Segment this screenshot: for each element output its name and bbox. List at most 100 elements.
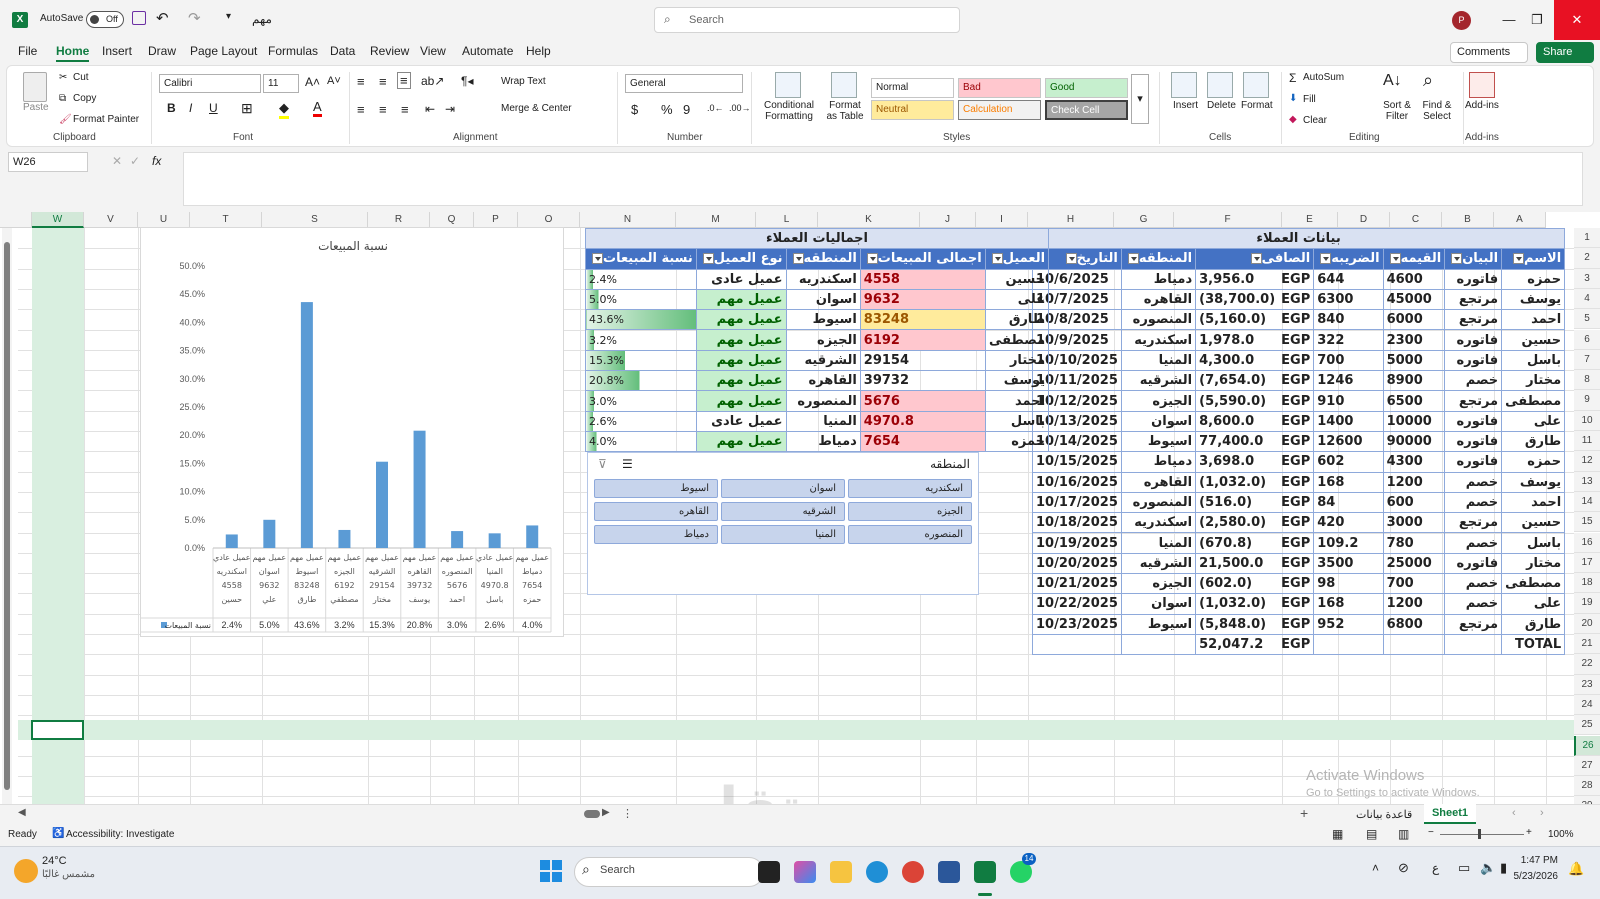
table-cell[interactable]: فاتوره: [1444, 329, 1503, 351]
underline-icon[interactable]: U: [209, 101, 218, 115]
table-cell[interactable]: على: [1501, 593, 1566, 615]
copilot-icon[interactable]: [794, 861, 816, 883]
clock-time[interactable]: 1:47 PM: [1516, 855, 1558, 866]
merge-center-button[interactable]: Merge & Center: [501, 103, 572, 114]
row-header[interactable]: 24: [1574, 694, 1600, 716]
table-cell[interactable]: المنيا: [1120, 349, 1197, 372]
filter-dropdown-icon[interactable]: [592, 253, 603, 265]
table-cell[interactable]: 84: [1313, 491, 1384, 514]
tab-home[interactable]: Home: [56, 44, 90, 62]
table-cell[interactable]: 3,956.0: [1195, 268, 1279, 290]
table-cell[interactable]: (670.8): [1195, 532, 1279, 554]
summary-header[interactable]: اجمالى المبيعات: [859, 248, 986, 270]
summary-cell[interactable]: اسيوط: [785, 309, 861, 331]
prev-sheet-icon[interactable]: ‹: [1512, 807, 1516, 819]
table-cell[interactable]: اسيوط: [1120, 430, 1197, 453]
data-table-header[interactable]: البيان: [1444, 248, 1503, 270]
table-cell[interactable]: (602.0): [1195, 573, 1279, 595]
column-header[interactable]: E: [1282, 212, 1338, 228]
table-cell[interactable]: مختار: [1501, 552, 1566, 575]
table-cell[interactable]: خصم: [1444, 593, 1503, 615]
table-cell[interactable]: EGP: [1278, 512, 1315, 534]
customize-icon[interactable]: ▾: [226, 11, 231, 22]
summary-cell[interactable]: اسكندريه: [785, 268, 861, 290]
table-cell[interactable]: 109.2: [1313, 532, 1384, 554]
filter-dropdown-icon[interactable]: [866, 253, 878, 265]
table-cell[interactable]: فاتوره: [1444, 451, 1503, 473]
table-cell[interactable]: 3500: [1313, 552, 1384, 575]
redo-icon[interactable]: ↷: [188, 9, 201, 27]
column-header[interactable]: M: [676, 212, 756, 228]
row-header[interactable]: 21: [1574, 634, 1600, 655]
scroll-left-icon[interactable]: ◀: [18, 807, 26, 818]
summary-cell[interactable]: 15.3%: [585, 349, 697, 372]
table-cell[interactable]: فاتوره: [1444, 349, 1503, 372]
row-header[interactable]: 19: [1574, 593, 1600, 614]
insert-button[interactable]: Insert: [1173, 100, 1198, 111]
summary-header[interactable]: نسبة المبيعات: [585, 248, 697, 270]
increase-indent-icon[interactable]: ⇥: [445, 102, 455, 116]
orientation-icon[interactable]: ab↗: [421, 74, 444, 88]
table-cell[interactable]: خصم: [1444, 370, 1503, 392]
column-header[interactable]: V: [84, 212, 138, 228]
summary-cell[interactable]: مصطفى: [984, 329, 1050, 351]
table-cell[interactable]: EGP: [1278, 532, 1315, 554]
tab-draw[interactable]: Draw: [148, 44, 176, 58]
summary-cell[interactable]: القاهره: [785, 370, 861, 392]
table-cell[interactable]: المنصوره: [1120, 491, 1197, 514]
sort-filter-button[interactable]: Sort & Filter: [1377, 100, 1417, 122]
clear-filter-icon[interactable]: ⊽: [598, 457, 607, 471]
table-cell[interactable]: 98: [1313, 573, 1384, 595]
table-cell[interactable]: EGP: [1278, 552, 1315, 575]
row-header[interactable]: 14: [1574, 491, 1600, 513]
formula-input[interactable]: [183, 152, 1583, 206]
filter-dropdown-icon[interactable]: [1250, 253, 1262, 265]
column-header[interactable]: C: [1390, 212, 1442, 228]
table-cell[interactable]: EGP: [1278, 573, 1315, 595]
table-cell[interactable]: يوسف: [1501, 471, 1566, 493]
table-cell[interactable]: 10/17/2025: [1032, 491, 1122, 514]
column-header[interactable]: I: [976, 212, 1028, 228]
format-button[interactable]: Format: [1241, 100, 1273, 111]
search-input[interactable]: Search: [654, 7, 960, 33]
number-format-select[interactable]: General: [625, 74, 743, 93]
table-cell[interactable]: 8,600.0: [1195, 410, 1279, 432]
row-header[interactable]: 5: [1574, 309, 1600, 330]
style-calculation[interactable]: Calculation: [958, 100, 1041, 120]
document-name[interactable]: مهم: [252, 12, 272, 26]
summary-cell[interactable]: 4558: [859, 268, 986, 290]
summary-cell[interactable]: الجيزه: [785, 329, 861, 351]
italic-icon[interactable]: I: [189, 101, 192, 115]
table-cell[interactable]: 1,978.0: [1195, 329, 1279, 351]
column-header[interactable]: A: [1494, 212, 1546, 228]
table-cell[interactable]: مصطفى: [1501, 390, 1566, 412]
table-cell[interactable]: 420: [1313, 512, 1384, 534]
autosave-toggle[interactable]: Off: [86, 11, 124, 28]
confirm-entry-icon[interactable]: ✓: [130, 154, 140, 168]
table-cell[interactable]: (2,580.0): [1195, 512, 1279, 534]
table-cell[interactable]: اسكندريه: [1120, 512, 1197, 534]
table-cell[interactable]: 10/23/2025: [1032, 613, 1122, 635]
summary-cell[interactable]: دمياط: [785, 430, 861, 453]
tab-data[interactable]: Data: [330, 44, 355, 58]
share-button[interactable]: Share: [1536, 42, 1594, 63]
table-cell[interactable]: 6500: [1382, 390, 1446, 412]
rtl-icon[interactable]: ¶◂: [461, 74, 473, 88]
column-header[interactable]: R: [368, 212, 430, 228]
column-header[interactable]: F: [1174, 212, 1282, 228]
table-cell[interactable]: 10/22/2025: [1032, 593, 1122, 615]
active-cell[interactable]: [31, 720, 84, 740]
filter-dropdown-icon[interactable]: [991, 253, 1003, 265]
scroll-right-icon[interactable]: ▶: [602, 807, 610, 818]
table-cell[interactable]: 1200: [1382, 593, 1446, 615]
align-center-icon[interactable]: ≡: [379, 102, 387, 117]
table-cell[interactable]: EGP: [1278, 349, 1315, 372]
table-cell[interactable]: على: [1501, 410, 1566, 432]
summary-cell[interactable]: 3.0%: [585, 390, 697, 412]
summary-cell[interactable]: المنصوره: [785, 390, 861, 412]
summary-cell[interactable]: يوسف: [984, 370, 1050, 392]
table-cell[interactable]: حسين: [1501, 329, 1566, 351]
paste-button[interactable]: Paste: [23, 102, 49, 113]
summary-cell[interactable]: 43.6%: [585, 309, 697, 331]
slicer-item[interactable]: اسكندريه: [848, 479, 972, 498]
